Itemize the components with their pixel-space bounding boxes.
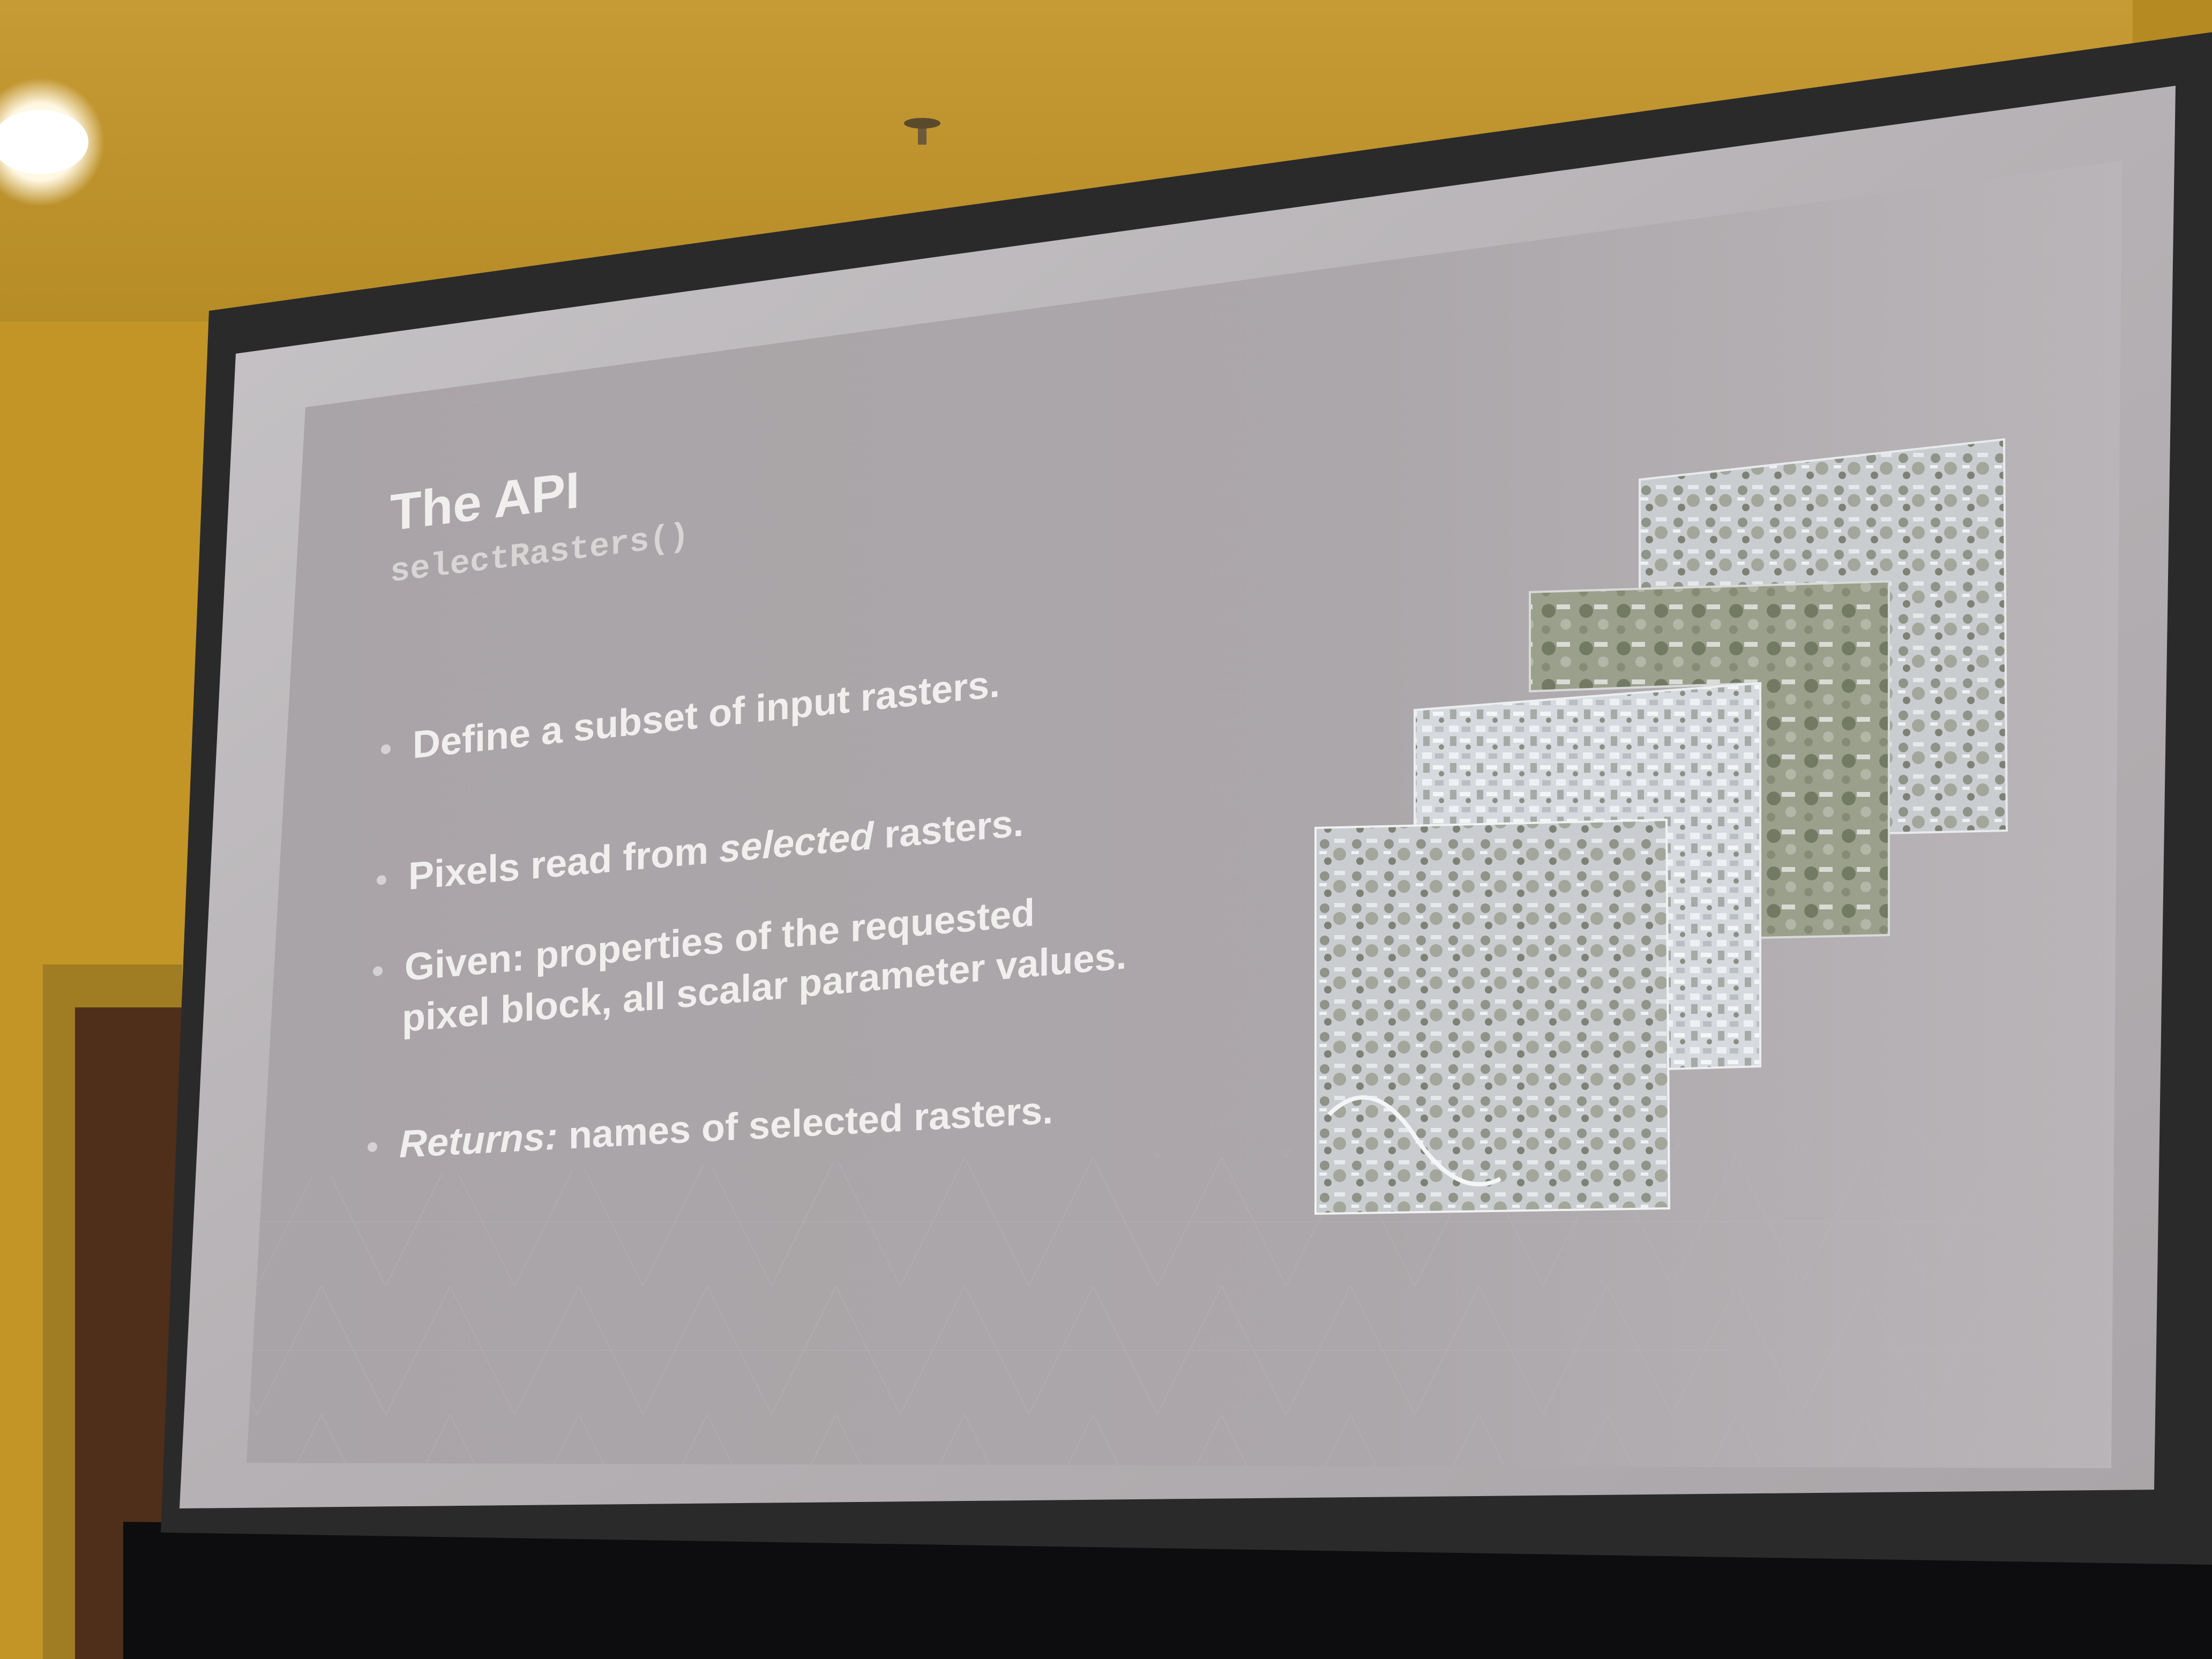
- photo-scene: The API selectRasters() Define a subset …: [0, 0, 2212, 1659]
- bullet-4-emph: Returns:: [399, 1115, 558, 1166]
- raster-layer-1: [1314, 818, 1671, 1215]
- slide-background-pattern: [246, 1125, 2117, 1468]
